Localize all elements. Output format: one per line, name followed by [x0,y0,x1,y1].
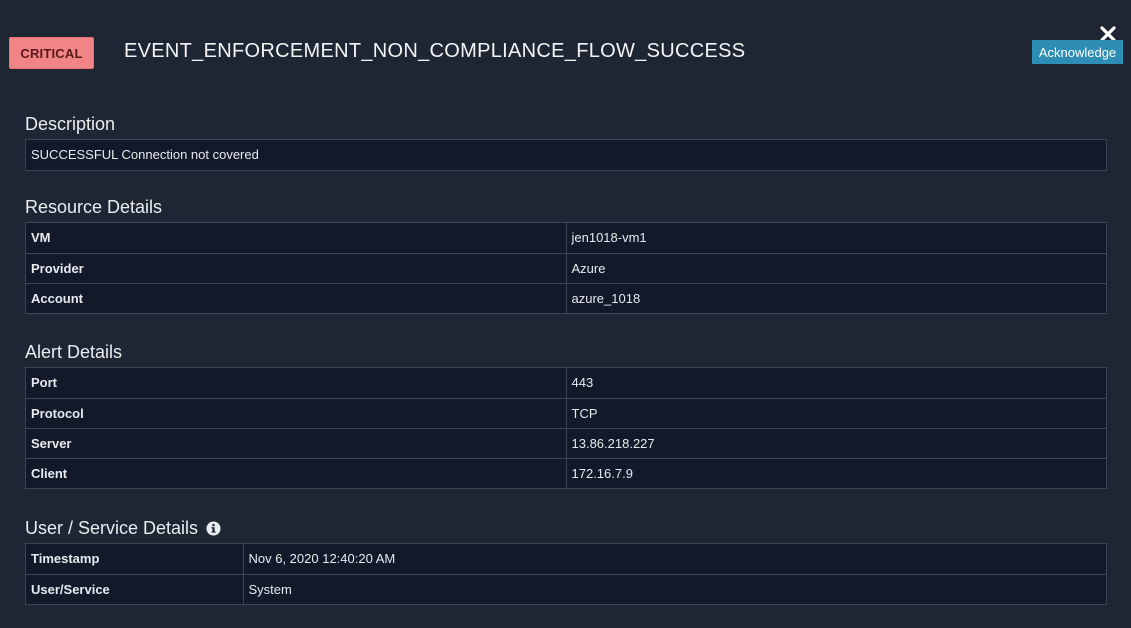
alert-details-heading: Alert Details [25,342,123,362]
modal-header: CRITICAL EVENT_ENFORCEMENT_NON_COMPLIANC… [0,0,1131,100]
row-label: Client [26,457,566,488]
description-heading: Description [25,114,116,134]
row-value: System [242,573,1106,604]
user-service-details-heading: User / Service Details [25,518,221,539]
table-row: Client 172.16.7.9 [26,457,1106,488]
row-label: Protocol [26,397,566,428]
event-title: EVENT_ENFORCEMENT_NON_COMPLIANCE_FLOW_SU… [124,40,746,62]
acknowledge-button[interactable]: Acknowledge [1032,40,1123,64]
alert-details-modal: CRITICAL EVENT_ENFORCEMENT_NON_COMPLIANC… [0,0,1131,628]
description-box: SUCCESSFUL Connection not covered [25,139,1107,171]
table-row: Port 443 [26,368,1106,398]
row-value: 443 [565,368,1106,398]
user-service-details-title: User / Service Details [25,518,199,538]
row-value: azure_1018 [565,282,1106,313]
table-row: Timestamp Nov 6, 2020 12:40:20 AM [26,544,1106,574]
table-row: Protocol TCP [26,397,1106,428]
row-label: Server [26,427,566,458]
table-row: Server 13.86.218.227 [26,427,1106,458]
resource-details-table: VM jen1018-vm1 Provider Azure Account az… [25,222,1107,314]
row-label: Provider [26,252,566,283]
resource-details-heading: Resource Details [25,197,163,217]
table-row: Provider Azure [26,252,1106,283]
row-value: 172.16.7.9 [565,457,1106,488]
row-value: 13.86.218.227 [565,427,1106,458]
user-service-details-table: Timestamp Nov 6, 2020 12:40:20 AM User/S… [25,543,1107,605]
info-icon[interactable] [206,521,221,536]
description-text: SUCCESSFUL Connection not covered [31,147,259,162]
row-label: User/Service [26,573,243,604]
row-label: Account [26,282,566,313]
row-label: VM [31,230,51,246]
alert-details-table: Port 443 Protocol TCP Server 13.86.218.2… [25,367,1107,489]
table-row: User/Service System [26,573,1106,604]
row-value: Nov 6, 2020 12:40:20 AM [242,544,1106,574]
table-row: VM jen1018-vm1 [26,223,1106,253]
row-value: Azure [565,252,1106,283]
row-label: Timestamp [31,551,100,567]
table-row: Account azure_1018 [26,282,1106,313]
row-label: Port [31,375,57,391]
row-value: jen1018-vm1 [565,223,1106,253]
severity-badge: CRITICAL [9,37,94,69]
row-value: TCP [565,397,1106,428]
